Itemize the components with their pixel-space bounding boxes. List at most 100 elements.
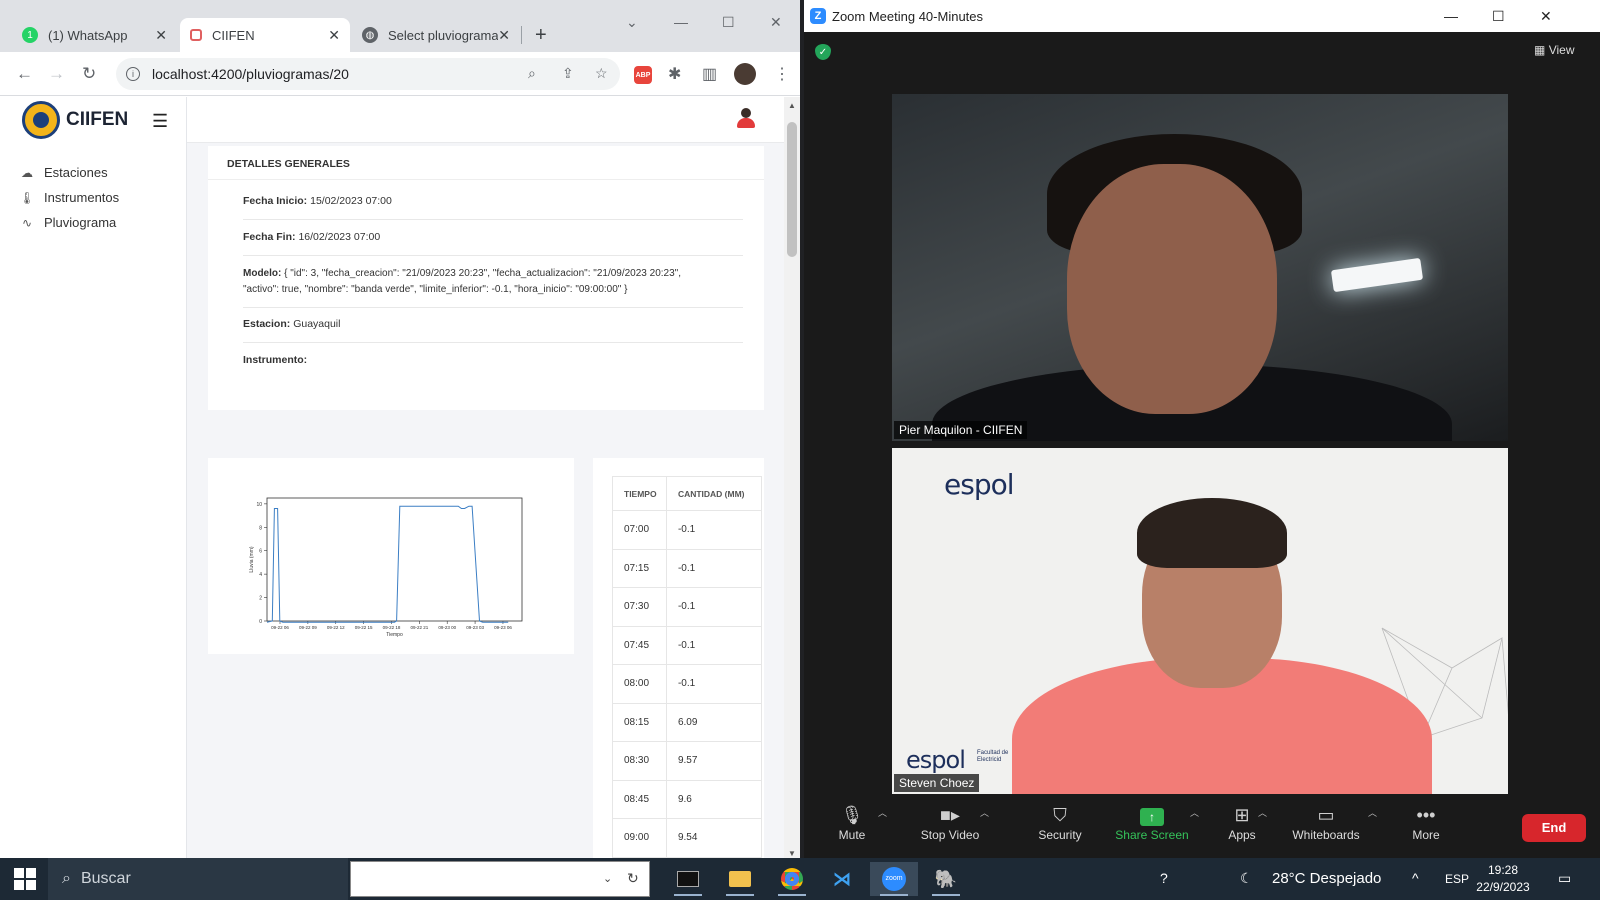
cell-tiempo: 08:30	[612, 741, 667, 781]
apps-button[interactable]: ⊞ Apps ︿	[1194, 802, 1290, 842]
adblock-icon[interactable]: ABP	[634, 66, 652, 84]
side-panel-icon[interactable]: ▥	[702, 64, 717, 84]
weather-moon-icon: ☾	[1240, 870, 1253, 886]
brand[interactable]: CIIFEN	[22, 101, 128, 139]
y-tick-label: 0	[259, 619, 262, 625]
caret-up-icon[interactable]: ︿	[1258, 806, 1267, 819]
taskbar-search[interactable]: ⌕ Buscar	[48, 858, 348, 900]
weather-text[interactable]: 28°C Despejado	[1272, 870, 1381, 887]
table-card: TIEMPO CANTIDAD (MM) 07:00 -0.1 07:15 -0.1 0…	[593, 458, 764, 858]
participant-video-2[interactable]: espol espol Facultad de Electricid Steve…	[892, 448, 1508, 794]
share-screen-button[interactable]: ↑ Share Screen ︿	[1104, 802, 1200, 842]
caret-up-icon[interactable]: ︿	[878, 806, 887, 819]
terminal-app-icon[interactable]	[664, 862, 712, 896]
table-row: 09:00 9.54	[612, 818, 763, 858]
page-scrollbar[interactable]: ▲ ▼	[784, 97, 800, 858]
share-screen-icon: ↑	[1104, 802, 1200, 828]
sidebar-item-pluviograma[interactable]: ∿ Pluviograma	[18, 215, 116, 230]
table-row: 08:15 6.09	[612, 702, 763, 742]
close-icon[interactable]: ✕	[155, 27, 167, 44]
address-toolbar-input[interactable]: ⌄ ↻	[350, 861, 650, 897]
y-tick-label: 2	[259, 596, 262, 602]
address-bar[interactable]: i localhost:4200/pluviogramas/20	[116, 58, 620, 90]
caret-up-icon[interactable]: ︿	[980, 806, 989, 819]
notifications-icon[interactable]: ▭	[1558, 870, 1571, 887]
whiteboards-button[interactable]: ▭ Whiteboards ︿	[1278, 802, 1377, 842]
help-icon[interactable]: ?	[1160, 870, 1168, 886]
profile-avatar[interactable]	[734, 63, 756, 85]
cell-tiempo: 07:30	[612, 587, 667, 627]
new-tab-button[interactable]: +	[535, 24, 547, 47]
table-row: 07:00 -0.1	[612, 510, 763, 550]
mute-button[interactable]: 🎙 Mute ︿	[804, 802, 900, 842]
plot-frame	[266, 497, 523, 622]
clock-time: 19:28	[1487, 863, 1519, 877]
participant-video-1[interactable]: Pier Maquilon - CIIFEN	[892, 94, 1508, 441]
detail-label: Fecha Inicio:	[243, 195, 308, 207]
y-tick-label: 8	[259, 525, 262, 531]
postgres-app-icon[interactable]: 🐘	[922, 862, 970, 896]
minimize-icon[interactable]: —	[1444, 8, 1458, 24]
bookmark-star-icon[interactable]: ☆	[595, 65, 608, 82]
back-icon[interactable]: ←	[16, 64, 33, 84]
refresh-icon[interactable]: ↻	[627, 870, 639, 887]
extensions-icon[interactable]: ✱	[668, 64, 681, 84]
detail-fecha-fin: Fecha Fin: 16/02/2023 07:00	[243, 230, 743, 256]
x-tick-label: 09-22 06	[271, 625, 289, 630]
activity-icon: ∿	[21, 215, 33, 230]
share-screen-label: Share Screen	[1115, 828, 1189, 842]
maximize-icon[interactable]: ☐	[1492, 8, 1505, 25]
table-row: 08:30 9.57	[612, 741, 763, 781]
tab-select-pluviograma[interactable]: ◍ Select pluviograma ✕	[352, 18, 520, 52]
apps-icon: ⊞	[1234, 805, 1250, 825]
more-button[interactable]: ••• More	[1378, 802, 1474, 842]
detail-value: Guayaquil	[293, 318, 341, 330]
tray-chevron-up-icon[interactable]: ^	[1412, 870, 1419, 886]
encryption-shield-icon[interactable]: ✓	[815, 44, 831, 60]
security-button[interactable]: ⛉ Security	[1012, 802, 1108, 842]
file-explorer-icon[interactable]	[716, 862, 764, 896]
chevron-down-icon[interactable]: ⌄	[603, 872, 612, 885]
hamburger-menu-icon[interactable]: ☰	[152, 111, 168, 132]
info-icon[interactable]: i	[126, 67, 140, 81]
stop-video-button[interactable]: ■▸ Stop Video ︿	[902, 802, 998, 842]
thermometer-icon: 🌡	[19, 190, 35, 205]
minimize-icon[interactable]: —	[674, 14, 688, 30]
cell-tiempo: 07:45	[612, 625, 667, 665]
close-icon[interactable]: ✕	[328, 27, 340, 44]
system-clock[interactable]: 19:28 22/9/2023	[1470, 862, 1536, 896]
scroll-down-icon[interactable]: ▼	[788, 849, 796, 858]
chrome-app-icon[interactable]	[768, 862, 816, 896]
tab-search-icon[interactable]: ⌄	[626, 14, 638, 31]
reload-icon[interactable]: ↻	[82, 64, 96, 84]
espol-logo-small: espol	[906, 746, 966, 774]
share-icon[interactable]: ⇪	[562, 65, 574, 82]
zoom-toolbar: 🎙 Mute ︿ ■▸ Stop Video ︿ ⛉ Security ↑ Sh…	[804, 796, 1600, 858]
close-window-icon[interactable]: ✕	[1540, 8, 1552, 25]
cell-tiempo: 08:00	[612, 664, 667, 704]
language-indicator[interactable]: ESP	[1445, 872, 1469, 886]
table-row: 07:45 -0.1	[612, 625, 763, 665]
forward-icon[interactable]: →	[48, 64, 65, 84]
vscode-app-icon[interactable]: ⋊	[818, 862, 866, 896]
scroll-up-icon[interactable]: ▲	[788, 101, 796, 110]
tab-ciifen[interactable]: CIIFEN ✕	[180, 18, 350, 52]
windows-start-icon[interactable]	[14, 868, 36, 890]
zoom-app-icon[interactable]: zoom	[870, 862, 918, 896]
close-icon[interactable]: ✕	[498, 27, 510, 44]
url-text[interactable]: localhost:4200/pluviogramas/20	[152, 66, 349, 82]
end-meeting-button[interactable]: End	[1522, 814, 1586, 842]
sidebar-item-instrumentos[interactable]: 🌡 Instrumentos	[18, 190, 119, 205]
maximize-icon[interactable]: ☐	[722, 14, 735, 31]
close-window-icon[interactable]: ✕	[770, 14, 782, 31]
ceiling-lamp	[1330, 257, 1424, 293]
scrollbar-thumb[interactable]	[787, 122, 797, 257]
caret-up-icon[interactable]: ︿	[1368, 806, 1377, 819]
user-avatar-icon[interactable]	[735, 107, 757, 129]
tab-whatsapp[interactable]: 1 (1) WhatsApp ✕	[12, 18, 177, 52]
zoom-window: Z Zoom Meeting 40-Minutes — ☐ ✕ ✓ ▦ View…	[804, 0, 1600, 858]
view-button[interactable]: ▦ View	[1534, 43, 1574, 57]
zoom-icon[interactable]: ⌕	[528, 65, 536, 82]
sidebar-item-estaciones[interactable]: ☁ Estaciones	[18, 165, 108, 180]
menu-kebab-icon[interactable]: ⋮	[774, 64, 790, 84]
